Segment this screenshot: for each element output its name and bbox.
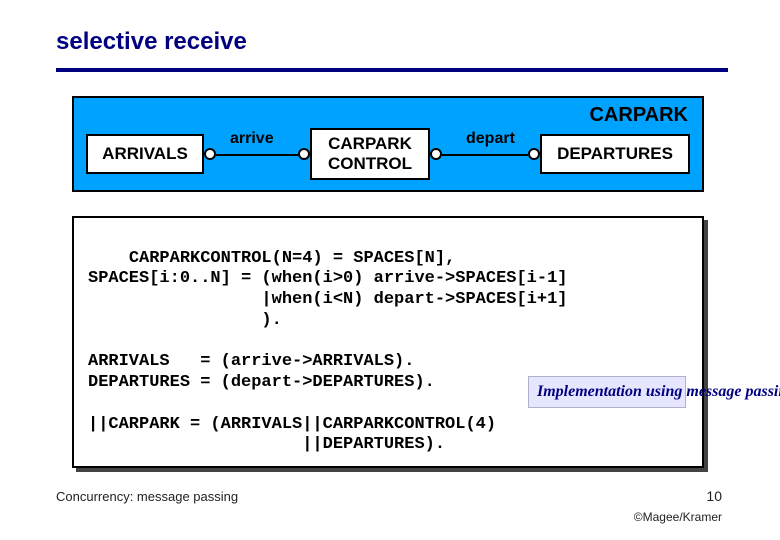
control-box: CARPARK CONTROL [310, 128, 430, 180]
control-out-port [430, 148, 442, 160]
arrive-label: arrive [230, 130, 274, 148]
page-number: 10 [706, 488, 722, 504]
title-rule [56, 68, 728, 72]
diagram-label: CARPARK [589, 104, 688, 127]
implementation-note: Implementation using message passing? [528, 376, 686, 408]
control-in-port [298, 148, 310, 160]
depart-connection [442, 154, 528, 156]
arrivals-box: ARRIVALS [86, 134, 204, 174]
depart-label: depart [466, 130, 515, 148]
carpark-diagram: CARPARK ARRIVALS arrive CARPARK CONTROL … [72, 96, 704, 192]
control-box-text: CARPARK CONTROL [328, 134, 412, 174]
code-box: CARPARKCONTROL(N=4) = SPACES[N], SPACES[… [72, 216, 704, 468]
slide-title: selective receive [56, 28, 247, 56]
arrive-connection [216, 154, 298, 156]
copyright: ©Magee/Kramer [634, 510, 722, 524]
code-text: CARPARKCONTROL(N=4) = SPACES[N], SPACES[… [88, 249, 567, 455]
slide: selective receive CARPARK ARRIVALS arriv… [0, 0, 780, 540]
footer-left: Concurrency: message passing [56, 489, 238, 504]
departures-in-port [528, 148, 540, 160]
departures-box: DEPARTURES [540, 134, 690, 174]
arrivals-out-port [204, 148, 216, 160]
